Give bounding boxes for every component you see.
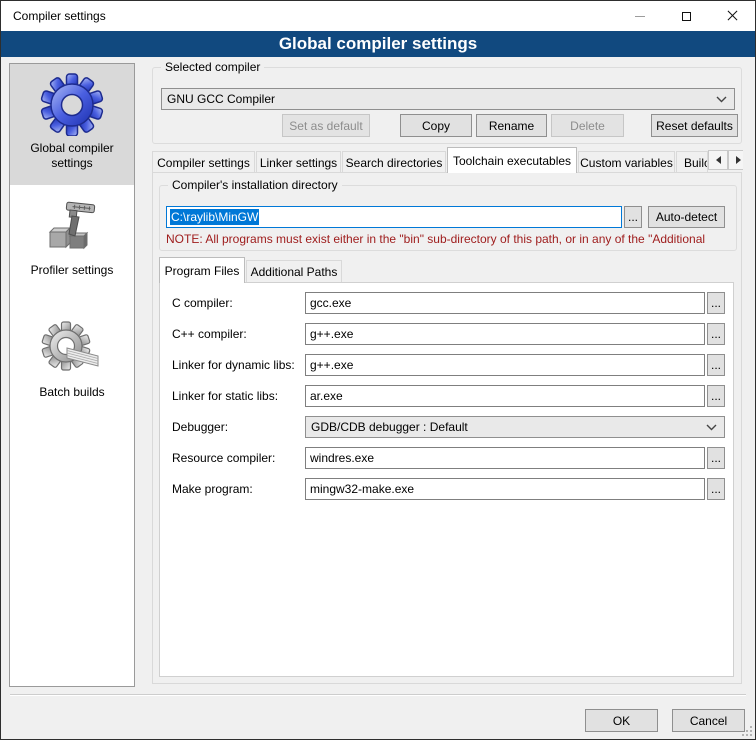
field-row-make-program: Make program: ... bbox=[160, 478, 733, 500]
debugger-select-value: GDB/CDB debugger : Default bbox=[311, 420, 468, 434]
sidebar-item-global-compiler-settings[interactable]: Global compiler settings bbox=[10, 64, 134, 185]
gear-stack-icon bbox=[40, 316, 104, 380]
cpp-compiler-input[interactable] bbox=[305, 323, 705, 345]
field-row-resource-compiler: Resource compiler: ... bbox=[160, 447, 733, 469]
field-row-linker-static: Linker for static libs: ... bbox=[160, 385, 733, 407]
delete-button: Delete bbox=[551, 114, 624, 137]
cpp-compiler-label: C++ compiler: bbox=[172, 323, 247, 345]
field-row-cpp-compiler: C++ compiler: ... bbox=[160, 323, 733, 345]
make-program-label: Make program: bbox=[172, 478, 253, 500]
dialog-content: Global compiler settings bbox=[1, 57, 755, 739]
main-tab-strip: Compiler settings Linker settings Search… bbox=[152, 147, 743, 173]
cancel-button[interactable]: Cancel bbox=[672, 709, 745, 732]
sidebar-item-label: Profiler settings bbox=[16, 263, 128, 278]
selected-compiler-group: Selected compiler GNU GCC Compiler Set a… bbox=[152, 67, 742, 144]
cpp-compiler-browse-button[interactable]: ... bbox=[707, 323, 725, 345]
resource-compiler-browse-button[interactable]: ... bbox=[707, 447, 725, 469]
make-program-browse-button[interactable]: ... bbox=[707, 478, 725, 500]
tab-build-options-truncated[interactable]: Builc bbox=[676, 151, 708, 173]
linker-dynamic-input[interactable] bbox=[305, 354, 705, 376]
tab-search-directories[interactable]: Search directories bbox=[342, 151, 446, 173]
program-files-tab-strip: Program Files Additional Paths bbox=[159, 257, 737, 282]
resize-grip-icon[interactable] bbox=[742, 726, 752, 736]
make-program-input[interactable] bbox=[305, 478, 705, 500]
chevron-down-icon bbox=[716, 96, 727, 103]
linker-dynamic-browse-button[interactable]: ... bbox=[707, 354, 725, 376]
resource-compiler-label: Resource compiler: bbox=[172, 447, 275, 469]
auto-detect-button[interactable]: Auto-detect bbox=[648, 206, 725, 228]
tab-scroll-left-button[interactable] bbox=[708, 150, 728, 170]
minimize-icon bbox=[635, 16, 645, 17]
sidebar-item-profiler-settings[interactable]: Profiler settings bbox=[10, 186, 134, 307]
sidebar-item-batch-builds[interactable]: Batch builds bbox=[10, 308, 134, 429]
maximize-button[interactable] bbox=[663, 1, 709, 31]
field-row-debugger: Debugger: GDB/CDB debugger : Default bbox=[160, 416, 733, 438]
linker-static-label: Linker for static libs: bbox=[172, 385, 278, 407]
close-button[interactable] bbox=[709, 1, 755, 31]
caliper-tool-icon bbox=[40, 194, 104, 258]
set-as-default-button: Set as default bbox=[282, 114, 370, 137]
debugger-select[interactable]: GDB/CDB debugger : Default bbox=[305, 416, 725, 438]
installation-directory-selected-text: C:\raylib\MinGW bbox=[170, 209, 259, 225]
field-row-linker-dynamic: Linker for dynamic libs: ... bbox=[160, 354, 733, 376]
sidebar-item-label: Batch builds bbox=[16, 385, 128, 400]
installation-directory-note: NOTE: All programs must exist either in … bbox=[166, 232, 736, 246]
settings-category-list: Global compiler settings bbox=[9, 63, 135, 687]
tab-scroll-right-button[interactable] bbox=[728, 150, 743, 170]
resource-compiler-input[interactable] bbox=[305, 447, 705, 469]
arrow-left-icon bbox=[716, 156, 721, 164]
tab-custom-variables[interactable]: Custom variables bbox=[578, 151, 675, 173]
installation-directory-group-label: Compiler's installation directory bbox=[168, 178, 342, 192]
compiler-select-value: GNU GCC Compiler bbox=[167, 92, 275, 106]
tab-additional-paths[interactable]: Additional Paths bbox=[246, 260, 342, 282]
compiler-settings-dialog: Compiler settings Global compiler settin… bbox=[0, 0, 756, 740]
window-controls bbox=[617, 1, 755, 31]
tab-compiler-settings[interactable]: Compiler settings bbox=[152, 151, 255, 173]
installation-directory-input[interactable]: C:\raylib\MinGW bbox=[166, 206, 622, 228]
chevron-down-icon bbox=[706, 424, 717, 431]
tab-scroll-arrows bbox=[708, 150, 743, 170]
toolchain-executables-page: Compiler's installation directory C:\ray… bbox=[152, 172, 742, 684]
rename-button[interactable]: Rename bbox=[476, 114, 547, 137]
window-title: Compiler settings bbox=[13, 9, 106, 23]
maximize-icon bbox=[682, 12, 691, 21]
field-row-c-compiler: C compiler: ... bbox=[160, 292, 733, 314]
compiler-select[interactable]: GNU GCC Compiler bbox=[161, 88, 735, 110]
copy-button[interactable]: Copy bbox=[400, 114, 472, 137]
tab-toolchain-executables[interactable]: Toolchain executables bbox=[447, 147, 577, 173]
c-compiler-input[interactable] bbox=[305, 292, 705, 314]
tab-program-files[interactable]: Program Files bbox=[159, 257, 245, 283]
linker-static-browse-button[interactable]: ... bbox=[707, 385, 725, 407]
footer-separator bbox=[10, 694, 746, 696]
installation-directory-browse-button[interactable]: ... bbox=[624, 206, 642, 228]
arrow-right-icon bbox=[736, 156, 741, 164]
linker-dynamic-label: Linker for dynamic libs: bbox=[172, 354, 295, 376]
titlebar: Compiler settings bbox=[1, 1, 755, 31]
installation-directory-group: Compiler's installation directory C:\ray… bbox=[159, 185, 737, 251]
reset-defaults-button[interactable]: Reset defaults bbox=[651, 114, 738, 137]
debugger-label: Debugger: bbox=[172, 416, 228, 438]
ok-button[interactable]: OK bbox=[585, 709, 658, 732]
tab-linker-settings[interactable]: Linker settings bbox=[256, 151, 341, 173]
c-compiler-browse-button[interactable]: ... bbox=[707, 292, 725, 314]
minimize-button[interactable] bbox=[617, 1, 663, 31]
page-title: Global compiler settings bbox=[1, 31, 755, 57]
sidebar-item-label: Global compiler settings bbox=[16, 141, 128, 171]
selected-compiler-group-label: Selected compiler bbox=[161, 60, 264, 74]
c-compiler-label: C compiler: bbox=[172, 292, 233, 314]
linker-static-input[interactable] bbox=[305, 385, 705, 407]
close-icon bbox=[727, 11, 737, 21]
blue-gear-icon bbox=[40, 72, 104, 136]
program-files-page: C compiler: ... C++ compiler: ... Linker… bbox=[159, 282, 734, 677]
